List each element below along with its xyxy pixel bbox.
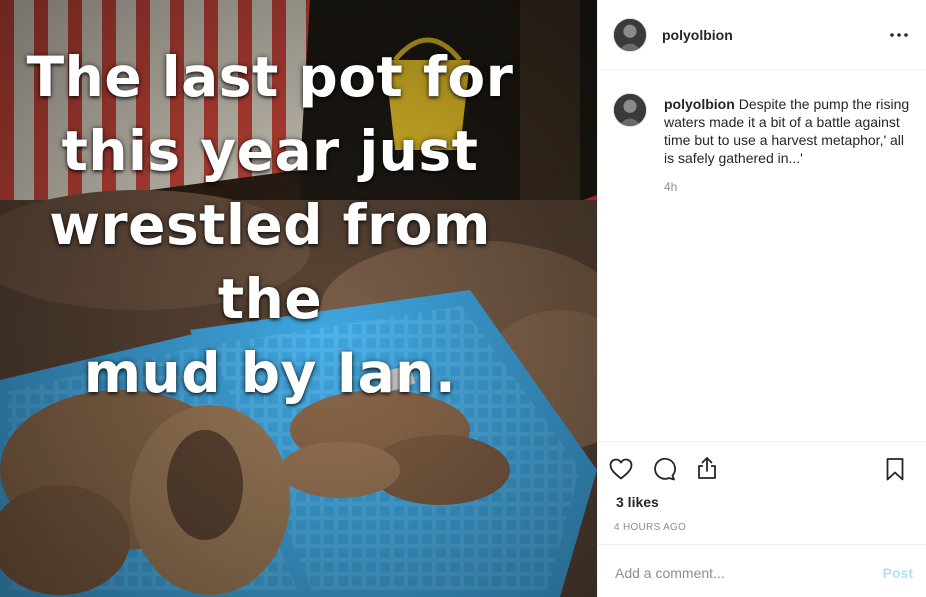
caption-line: this year just: [61, 119, 479, 183]
commenter-avatar-icon[interactable]: [613, 93, 647, 127]
comment-body: polyolbion Despite the pump the rising wa…: [664, 95, 914, 167]
post-side-panel: polyolbion polyolbion Despite the pump th…: [597, 0, 926, 597]
likes-count[interactable]: 3 likes: [616, 494, 659, 510]
comment-username[interactable]: polyolbion: [664, 96, 735, 112]
post-comment-button[interactable]: Post: [883, 565, 913, 581]
post-actions: 3 likes 4 HOURS AGO: [598, 441, 926, 544]
author-username[interactable]: polyolbion: [662, 27, 733, 43]
share-icon[interactable]: [694, 455, 720, 481]
photo-caption-text: The last pot for this year just wrestled…: [0, 40, 540, 410]
comment-input[interactable]: [615, 563, 855, 583]
caption-line: wrestled from the: [49, 193, 491, 331]
post-header: polyolbion: [598, 0, 926, 70]
comment-bubble-icon[interactable]: [651, 456, 677, 482]
comment-timestamp[interactable]: 4h: [664, 180, 677, 194]
add-comment-bar: Post: [598, 544, 926, 597]
post-timestamp[interactable]: 4 HOURS AGO: [614, 522, 686, 533]
caption-line: The last pot for: [26, 45, 514, 109]
caption-line: mud by Ian.: [83, 341, 457, 405]
bookmark-icon[interactable]: [882, 456, 908, 482]
profile-avatar-icon[interactable]: [613, 18, 647, 52]
post-photo[interactable]: The last pot for this year just wrestled…: [0, 0, 597, 597]
more-options-icon[interactable]: [887, 26, 911, 44]
heart-icon[interactable]: [608, 456, 634, 482]
